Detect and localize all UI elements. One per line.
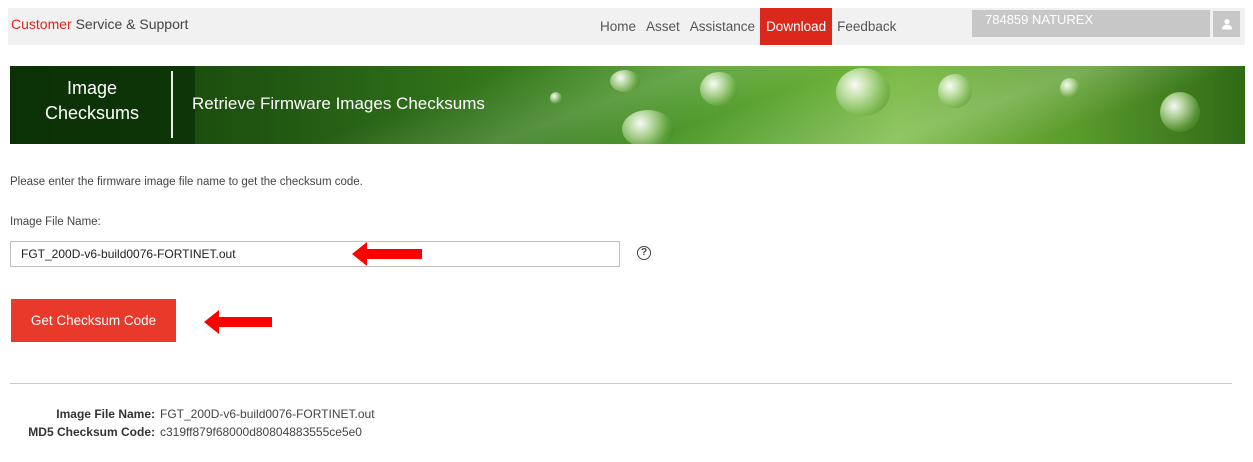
water-drop bbox=[1160, 92, 1200, 132]
main-nav: Home Asset Assistance Download Feedback bbox=[595, 8, 901, 45]
water-drop bbox=[550, 92, 562, 104]
water-drop bbox=[700, 72, 738, 106]
nav-assistance[interactable]: Assistance bbox=[685, 8, 760, 45]
annotation-arrow-icon bbox=[204, 310, 272, 334]
water-drop bbox=[938, 74, 972, 108]
nav-feedback[interactable]: Feedback bbox=[832, 8, 901, 45]
brand-text: Service & Support bbox=[75, 16, 189, 32]
top-navbar: Customer Service & Support Home Asset As… bbox=[8, 8, 1245, 45]
result-md5-key: MD5 Checksum Code: bbox=[28, 425, 155, 439]
image-file-name-label: Image File Name: bbox=[10, 216, 101, 228]
result-file-value: FGT_200D-v6-build0076-FORTINET.out bbox=[160, 407, 375, 421]
nav-asset[interactable]: Asset bbox=[641, 8, 685, 45]
banner-title-line2: Checksums bbox=[44, 103, 140, 123]
nav-download[interactable]: Download bbox=[760, 8, 833, 45]
user-icon bbox=[1221, 19, 1232, 30]
result-row-file: Image File Name: FGT_200D-v6-build0076-F… bbox=[10, 405, 375, 423]
result-row-md5: MD5 Checksum Code: c319ff879f68000d80804… bbox=[10, 423, 375, 441]
checksum-result: Image File Name: FGT_200D-v6-build0076-F… bbox=[10, 405, 375, 441]
page-banner: Image Checksums Retrieve Firmware Images… bbox=[10, 66, 1245, 144]
get-checksum-button[interactable]: Get Checksum Code bbox=[11, 299, 176, 342]
result-file-key: Image File Name: bbox=[56, 407, 155, 421]
account-selector[interactable]: 784859 NATUREX bbox=[972, 10, 1210, 37]
annotation-arrow-icon bbox=[352, 242, 422, 266]
user-menu-button[interactable] bbox=[1213, 11, 1240, 37]
banner-subtitle: Retrieve Firmware Images Checksums bbox=[192, 94, 485, 113]
water-drop bbox=[610, 70, 640, 92]
banner-divider bbox=[171, 71, 173, 138]
help-icon[interactable]: ? bbox=[637, 246, 651, 260]
brand-logo[interactable]: Customer Service & Support bbox=[11, 16, 188, 32]
image-file-name-input[interactable] bbox=[10, 241, 620, 267]
water-drop bbox=[1060, 78, 1080, 98]
brand-text-highlight: Customer bbox=[11, 16, 72, 32]
result-md5-value: c319ff879f68000d80804883555ce5e0 bbox=[160, 425, 362, 439]
intro-text: Please enter the firmware image file nam… bbox=[10, 176, 363, 188]
banner-title-line1: Image bbox=[66, 78, 118, 98]
water-drop bbox=[622, 110, 674, 144]
section-divider bbox=[10, 383, 1232, 384]
nav-home[interactable]: Home bbox=[595, 8, 641, 45]
banner-title: Image Checksums bbox=[22, 76, 162, 126]
water-drop bbox=[836, 68, 890, 116]
